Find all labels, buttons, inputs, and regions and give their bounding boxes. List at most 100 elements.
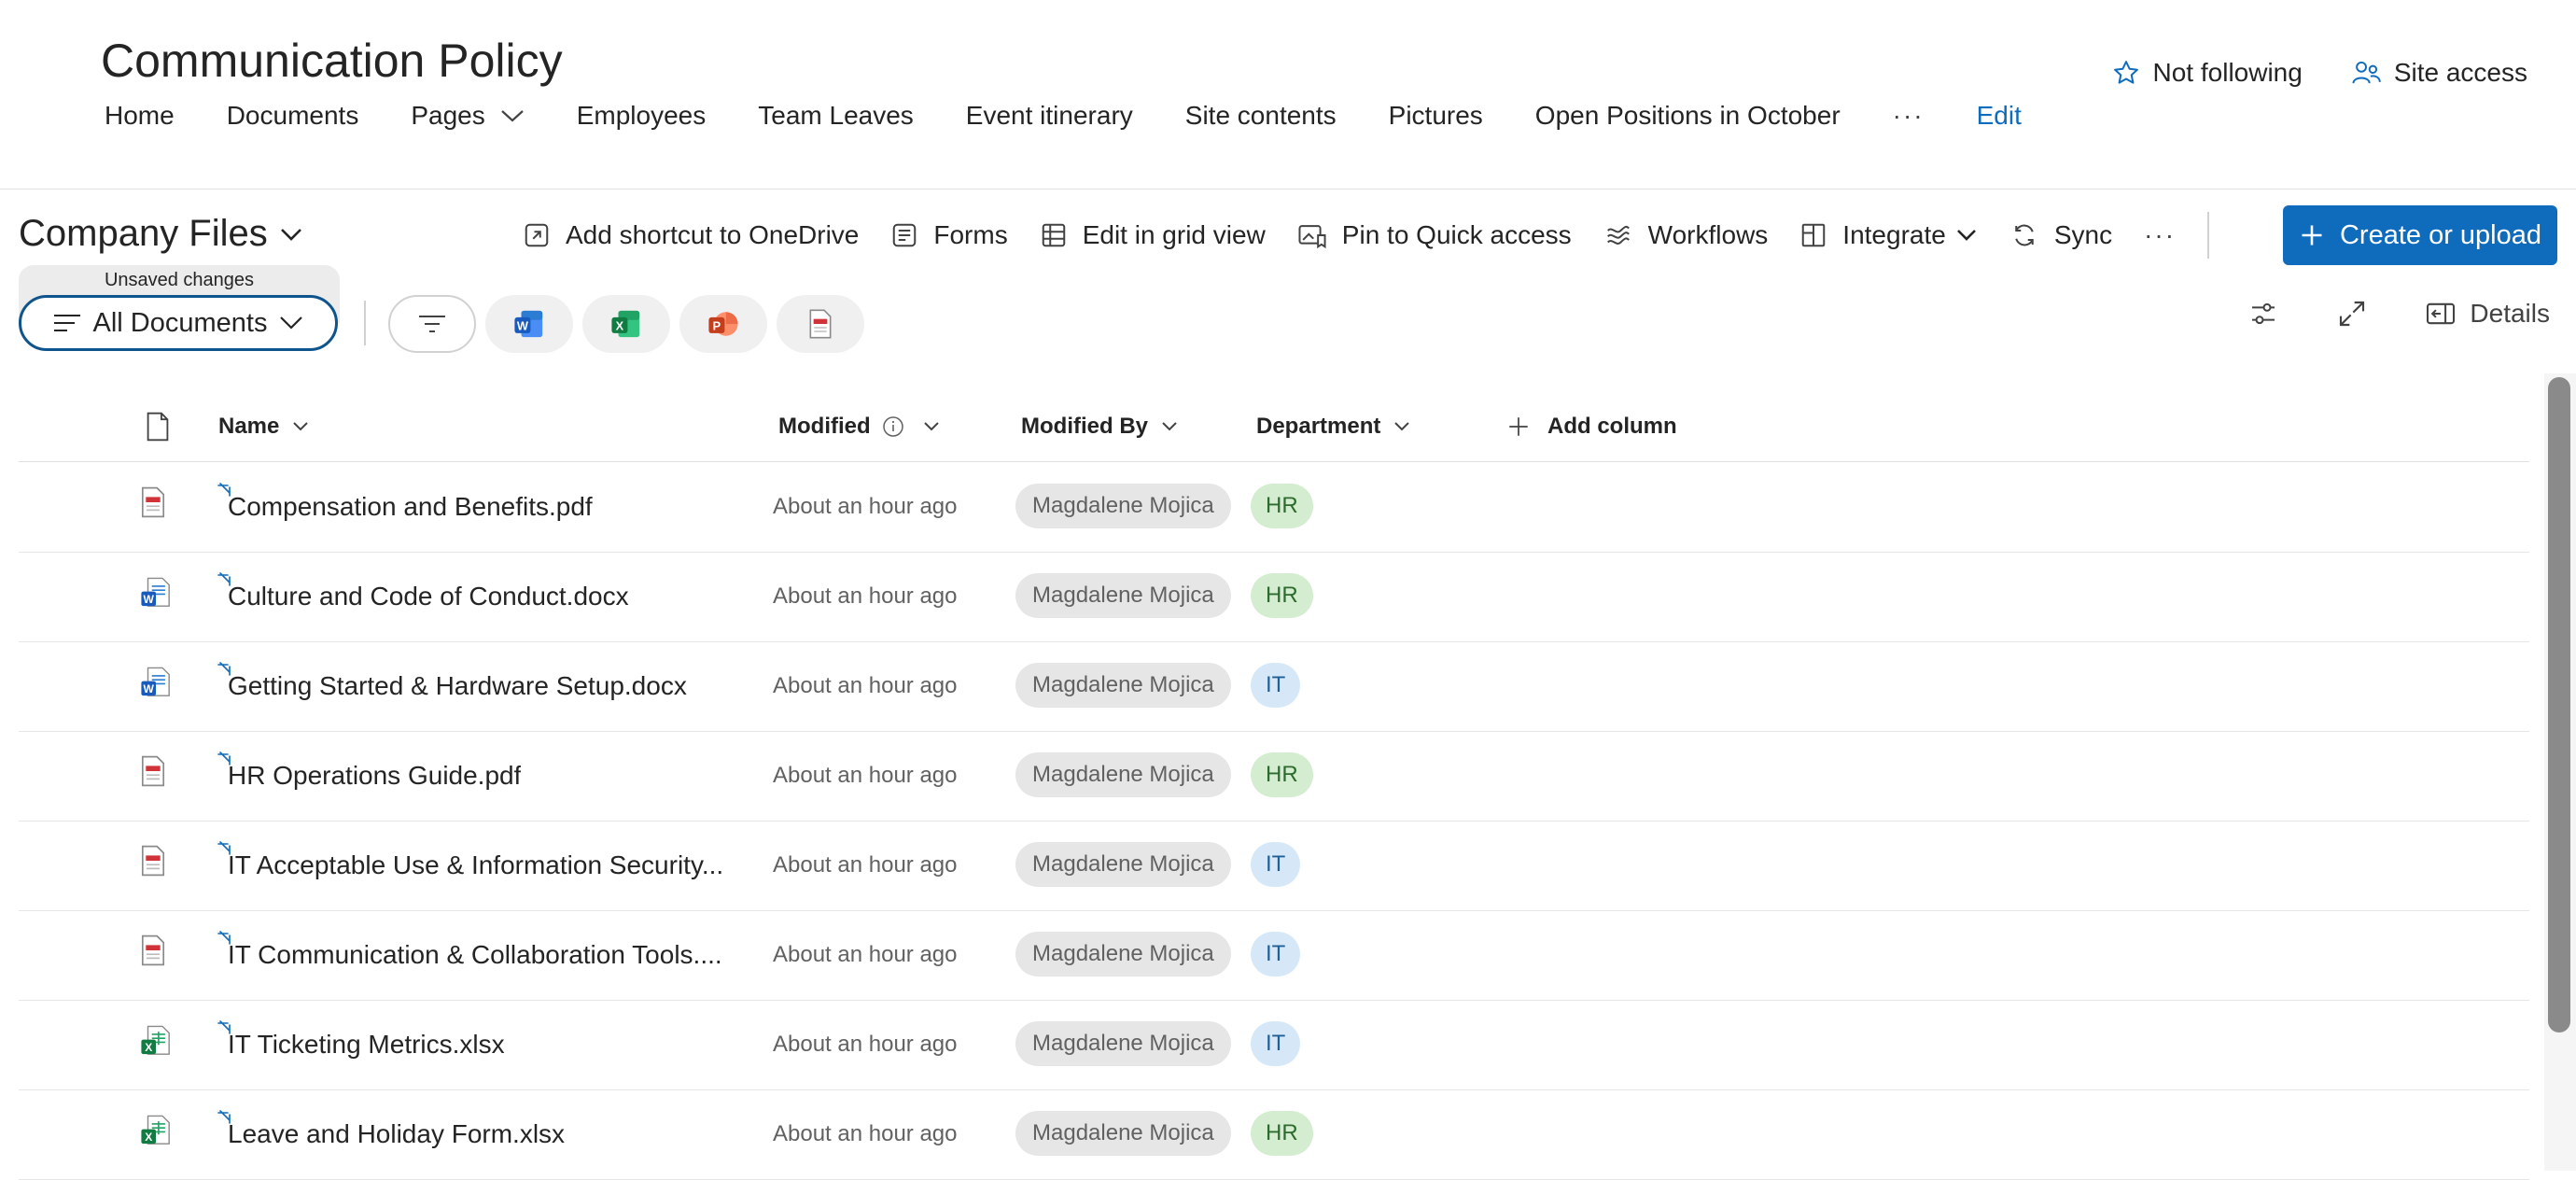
modified-value: About an hour ago xyxy=(773,1032,958,1057)
nav-event-itinerary[interactable]: Event itinerary xyxy=(966,101,1133,131)
site-navigation: Home Documents Pages Employees Team Leav… xyxy=(105,101,2022,131)
department-column-header[interactable]: Department xyxy=(1256,392,1410,461)
pdf-icon xyxy=(140,934,166,971)
svg-text:W: W xyxy=(517,318,529,332)
details-label: Details xyxy=(2470,299,2550,328)
modified-value: About an hour ago xyxy=(773,763,958,788)
table-row[interactable]: X Leave and Holiday Form.xlsx About an hou… xyxy=(19,1089,2529,1180)
modified-by-pill[interactable]: Magdalene Mojica xyxy=(1015,842,1231,887)
modified-by-pill[interactable]: Magdalene Mojica xyxy=(1015,1111,1231,1156)
nav-employees[interactable]: Employees xyxy=(577,101,707,131)
modified-column-header[interactable]: Modified xyxy=(778,392,940,461)
site-access-button[interactable]: Site access xyxy=(2351,58,2527,88)
table-row[interactable]: W Getting Started & Hardware Setup.docx Ab… xyxy=(19,641,2529,732)
pin-quick-access-label: Pin to Quick access xyxy=(1341,220,1572,249)
modified-by-pill[interactable]: Magdalene Mojica xyxy=(1015,752,1231,797)
table-row[interactable]: IT Communication & Collaboration Tools..… xyxy=(19,910,2529,1001)
word-filter-pill[interactable]: W xyxy=(485,295,573,353)
filter-button[interactable] xyxy=(388,295,476,353)
file-name-link[interactable]: Leave and Holiday Form.xlsx xyxy=(228,1089,565,1179)
table-row[interactable]: Compensation and Benefits.pdf About an ho… xyxy=(19,462,2529,553)
view-settings-button[interactable] xyxy=(2247,299,2292,329)
forms-button[interactable]: Forms xyxy=(890,220,1008,250)
add-column-label: Add column xyxy=(1547,414,1677,439)
file-name-link[interactable]: IT Communication & Collaboration Tools..… xyxy=(228,910,722,1000)
department-pill[interactable]: HR xyxy=(1251,1111,1313,1156)
department-pill[interactable]: HR xyxy=(1251,573,1313,618)
file-type-column-header[interactable] xyxy=(146,392,170,461)
more-commands-button[interactable]: ··· xyxy=(2144,220,2176,250)
nav-home[interactable]: Home xyxy=(105,101,175,131)
grid-view-button[interactable]: Edit in grid view xyxy=(1040,220,1266,250)
powerpoint-icon: P xyxy=(708,312,738,336)
nav-pages[interactable]: Pages xyxy=(411,101,524,131)
info-icon xyxy=(882,416,903,437)
table-row[interactable]: W Culture and Code of Conduct.docx About a… xyxy=(19,552,2529,642)
nav-documents[interactable]: Documents xyxy=(227,101,359,131)
filter-icon xyxy=(419,316,445,332)
nav-edit-link[interactable]: Edit xyxy=(1977,101,2022,131)
excel-icon: X xyxy=(140,1114,172,1152)
excel-filter-pill[interactable]: X xyxy=(582,295,670,353)
expand-button[interactable] xyxy=(2337,299,2380,329)
department-pill[interactable]: IT xyxy=(1251,663,1301,708)
modified-by-column-label: Modified By xyxy=(1021,414,1148,439)
people-icon xyxy=(2352,61,2381,84)
forms-label: Forms xyxy=(933,220,1008,249)
table-row[interactable]: X IT Ticketing Metrics.xlsx About an hour … xyxy=(19,1000,2529,1090)
pdf-icon xyxy=(140,486,166,523)
department-pill[interactable]: IT xyxy=(1251,842,1301,887)
follow-button[interactable]: Not following xyxy=(2112,58,2303,88)
library-title-dropdown[interactable]: Company Files xyxy=(19,213,303,255)
file-name-link[interactable]: Compensation and Benefits.pdf xyxy=(228,462,593,552)
plus-icon xyxy=(2302,225,2322,246)
excel-icon: X xyxy=(140,1024,172,1062)
create-upload-button[interactable]: Create or upload xyxy=(2283,205,2557,265)
modified-by-pill[interactable]: Magdalene Mojica xyxy=(1015,573,1231,618)
sync-button[interactable]: Sync xyxy=(2009,220,2112,250)
nav-open-positions[interactable]: Open Positions in October xyxy=(1535,101,1841,131)
table-row[interactable]: IT Acceptable Use & Information Security… xyxy=(19,821,2529,911)
details-button[interactable]: Details xyxy=(2425,299,2550,329)
word-icon: W xyxy=(514,310,543,338)
nav-site-contents[interactable]: Site contents xyxy=(1185,101,1337,131)
modified-by-pill[interactable]: Magdalene Mojica xyxy=(1015,932,1231,976)
add-shortcut-button[interactable]: Add shortcut to OneDrive xyxy=(523,220,859,250)
table-row[interactable]: HR Operations Guide.pdf About an hour ago… xyxy=(19,731,2529,822)
chevron-down-icon xyxy=(1956,230,1976,241)
pin-quick-access-button[interactable]: Pin to Quick access xyxy=(1297,220,1572,250)
file-name-link[interactable]: HR Operations Guide.pdf xyxy=(228,731,521,821)
modified-column-label: Modified xyxy=(778,414,871,439)
chevron-down-icon xyxy=(293,422,309,431)
department-pill[interactable]: IT xyxy=(1251,932,1301,976)
file-name-link[interactable]: IT Acceptable Use & Information Security… xyxy=(228,821,723,910)
file-name-link[interactable]: Culture and Code of Conduct.docx xyxy=(228,552,629,641)
grid-icon xyxy=(1042,223,1065,247)
nav-team-leaves[interactable]: Team Leaves xyxy=(758,101,914,131)
expand-icon xyxy=(2340,301,2365,327)
modified-by-pill[interactable]: Magdalene Mojica xyxy=(1015,663,1231,708)
modified-by-pill[interactable]: Magdalene Mojica xyxy=(1015,484,1231,528)
integrate-button[interactable]: Integrate xyxy=(1799,220,1978,250)
scrollbar-thumb[interactable] xyxy=(2548,377,2570,1032)
nav-more-button[interactable]: ··· xyxy=(1893,101,1925,131)
site-access-label: Site access xyxy=(2393,58,2527,87)
chevron-down-icon xyxy=(1394,422,1410,431)
file-name-link[interactable]: IT Ticketing Metrics.xlsx xyxy=(228,1000,505,1089)
department-pill[interactable]: HR xyxy=(1251,752,1313,797)
modified-by-column-header[interactable]: Modified By xyxy=(1021,392,1178,461)
workflows-button[interactable]: Workflows xyxy=(1603,220,1768,250)
add-column-button[interactable]: Add column xyxy=(1506,392,1677,461)
name-column-header[interactable]: Name xyxy=(218,392,309,461)
nav-pictures[interactable]: Pictures xyxy=(1389,101,1483,131)
view-selector[interactable]: All Documents xyxy=(19,295,338,351)
list-header: Name Modified Modified By Department Add… xyxy=(19,392,2529,462)
department-pill[interactable]: HR xyxy=(1251,484,1313,528)
powerpoint-filter-pill[interactable]: P xyxy=(679,295,767,353)
modified-by-pill[interactable]: Magdalene Mojica xyxy=(1015,1021,1231,1066)
pdf-filter-pill[interactable] xyxy=(777,295,864,353)
department-pill[interactable]: IT xyxy=(1251,1021,1301,1066)
site-title: Communication Policy xyxy=(101,35,563,87)
file-name-link[interactable]: Getting Started & Hardware Setup.docx xyxy=(228,641,687,731)
details-pane-icon xyxy=(2427,302,2456,325)
